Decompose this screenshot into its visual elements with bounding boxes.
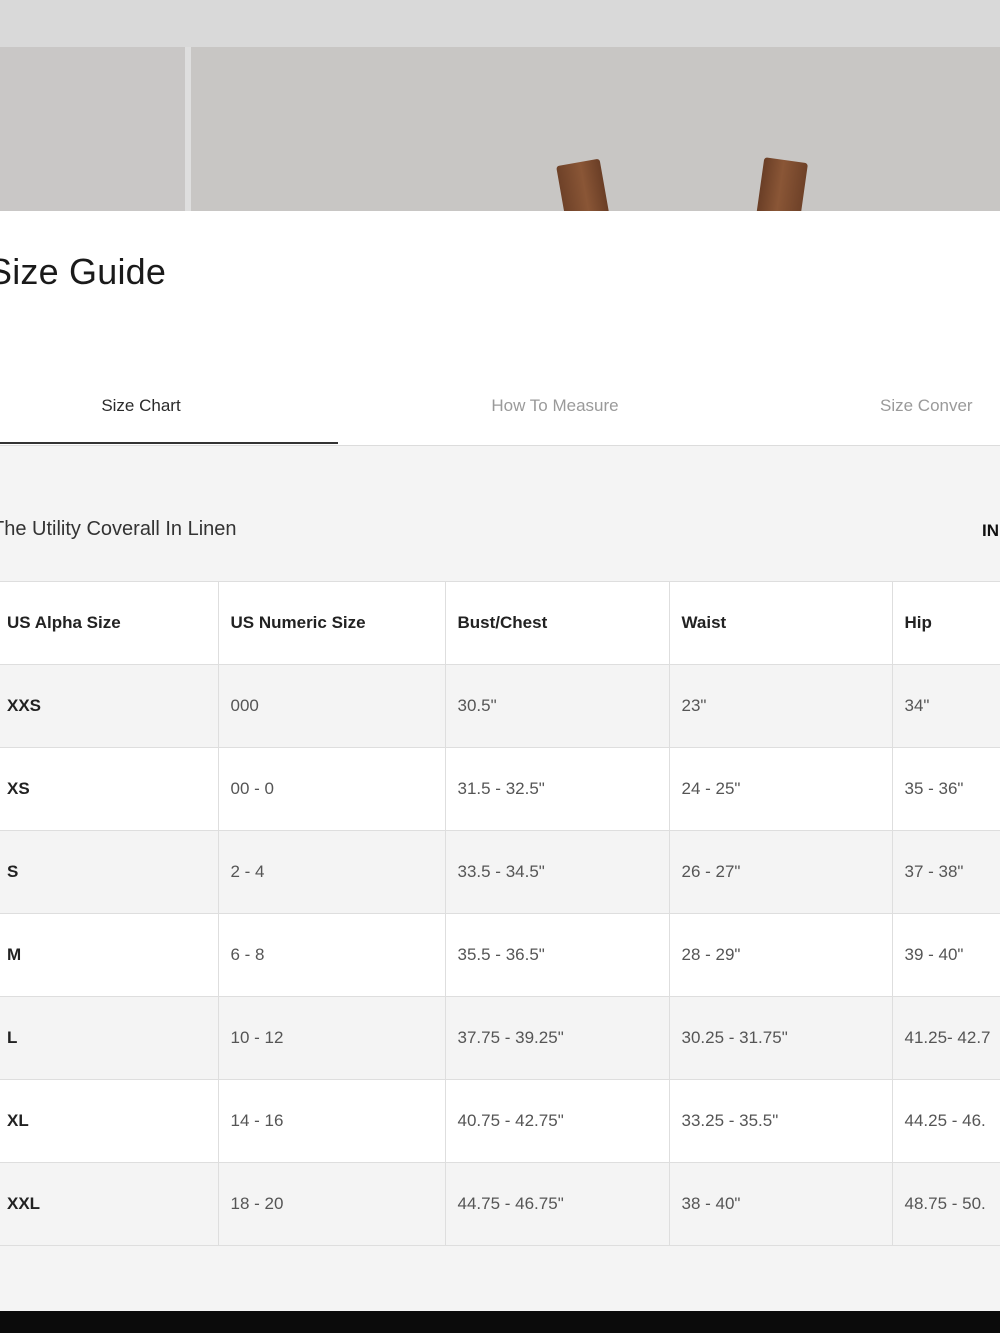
table-cell: 30.25 - 31.75" bbox=[668, 996, 892, 1080]
table-cell: 10 - 12 bbox=[217, 996, 445, 1080]
table-cell: 00 - 0 bbox=[217, 747, 445, 831]
size-guide-modal: Size Guide Size Chart How To Measure Siz… bbox=[0, 211, 1000, 1311]
table-cell: 33.25 - 35.5" bbox=[668, 1079, 892, 1163]
table-cell: 48.75 - 50. bbox=[891, 1162, 1000, 1246]
table-cell: S bbox=[0, 830, 218, 914]
tab-how-to-measure[interactable]: How To Measure bbox=[385, 361, 725, 445]
table-cell: 2 - 4 bbox=[217, 830, 445, 914]
active-tab-indicator bbox=[0, 442, 338, 444]
table-cell: 39 - 40" bbox=[891, 913, 1000, 997]
table-cell: L bbox=[0, 996, 218, 1080]
table-cell: 24 - 25" bbox=[668, 747, 892, 831]
table-cell: 40.75 - 42.75" bbox=[444, 1079, 669, 1163]
table-cell: 26 - 27" bbox=[668, 830, 892, 914]
table-cell: 28 - 29" bbox=[668, 913, 892, 997]
table-cell: 37.75 - 39.25" bbox=[444, 996, 669, 1080]
column-header: US Numeric Size bbox=[217, 581, 445, 665]
size-table: US Alpha Size US Numeric Size Bust/Chest… bbox=[0, 581, 1000, 1246]
tab-size-conversion[interactable]: Size Conver bbox=[880, 361, 1000, 445]
table-cell: 18 - 20 bbox=[217, 1162, 445, 1246]
table-cell: 35 - 36" bbox=[891, 747, 1000, 831]
table-cell: 37 - 38" bbox=[891, 830, 1000, 914]
table-row: S 2 - 4 33.5 - 34.5" 26 - 27" 37 - 38" bbox=[0, 830, 1000, 914]
table-cell: 34" bbox=[891, 664, 1000, 748]
size-chart-panel: The Utility Coverall In Linen IN US Alph… bbox=[0, 446, 1000, 1311]
table-cell: 44.25 - 46. bbox=[891, 1079, 1000, 1163]
table-cell: 31.5 - 32.5" bbox=[444, 747, 669, 831]
table-cell: 33.5 - 34.5" bbox=[444, 830, 669, 914]
gallery-top-bar bbox=[0, 0, 1000, 47]
column-header: Hip bbox=[891, 581, 1000, 665]
table-cell: 38 - 40" bbox=[668, 1162, 892, 1246]
page: Size Guide Size Chart How To Measure Siz… bbox=[0, 0, 1000, 1333]
modal-title: Size Guide bbox=[0, 251, 167, 292]
table-cell: 6 - 8 bbox=[217, 913, 445, 997]
table-cell: 41.25- 42.7 bbox=[891, 996, 1000, 1080]
bottom-bar bbox=[0, 1311, 1000, 1333]
product-gallery-background bbox=[0, 0, 1000, 226]
table-cell: 000 bbox=[217, 664, 445, 748]
table-row: XL 14 - 16 40.75 - 42.75" 33.25 - 35.5" … bbox=[0, 1079, 1000, 1163]
table-cell: XL bbox=[0, 1079, 218, 1163]
table-row: XXS 000 30.5" 23" 34" bbox=[0, 664, 1000, 748]
tab-size-chart[interactable]: Size Chart bbox=[0, 361, 310, 445]
product-name: The Utility Coverall In Linen bbox=[0, 518, 237, 540]
table-row: M 6 - 8 35.5 - 36.5" 28 - 29" 39 - 40" bbox=[0, 913, 1000, 997]
table-cell: M bbox=[0, 913, 218, 997]
column-header: Bust/Chest bbox=[444, 581, 669, 665]
tab-bar: Size Chart How To Measure Size Conver bbox=[0, 361, 1000, 446]
table-cell: XXS bbox=[0, 664, 218, 748]
table-cell: 30.5" bbox=[444, 664, 669, 748]
table-cell: 23" bbox=[668, 664, 892, 748]
table-cell: 35.5 - 36.5" bbox=[444, 913, 669, 997]
table-cell: 44.75 - 46.75" bbox=[444, 1162, 669, 1246]
table-cell: XXL bbox=[0, 1162, 218, 1246]
table-row: L 10 - 12 37.75 - 39.25" 30.25 - 31.75" … bbox=[0, 996, 1000, 1080]
table-header-row: US Alpha Size US Numeric Size Bust/Chest… bbox=[0, 581, 1000, 665]
unit-toggle-inches[interactable]: IN bbox=[982, 521, 999, 541]
table-cell: XS bbox=[0, 747, 218, 831]
column-header: US Alpha Size bbox=[0, 581, 218, 665]
table-row: XS 00 - 0 31.5 - 32.5" 24 - 25" 35 - 36" bbox=[0, 747, 1000, 831]
column-header: Waist bbox=[668, 581, 892, 665]
gallery-thumbnail[interactable] bbox=[0, 47, 185, 211]
table-cell: 14 - 16 bbox=[217, 1079, 445, 1163]
table-row: XXL 18 - 20 44.75 - 46.75" 38 - 40" 48.7… bbox=[0, 1162, 1000, 1246]
